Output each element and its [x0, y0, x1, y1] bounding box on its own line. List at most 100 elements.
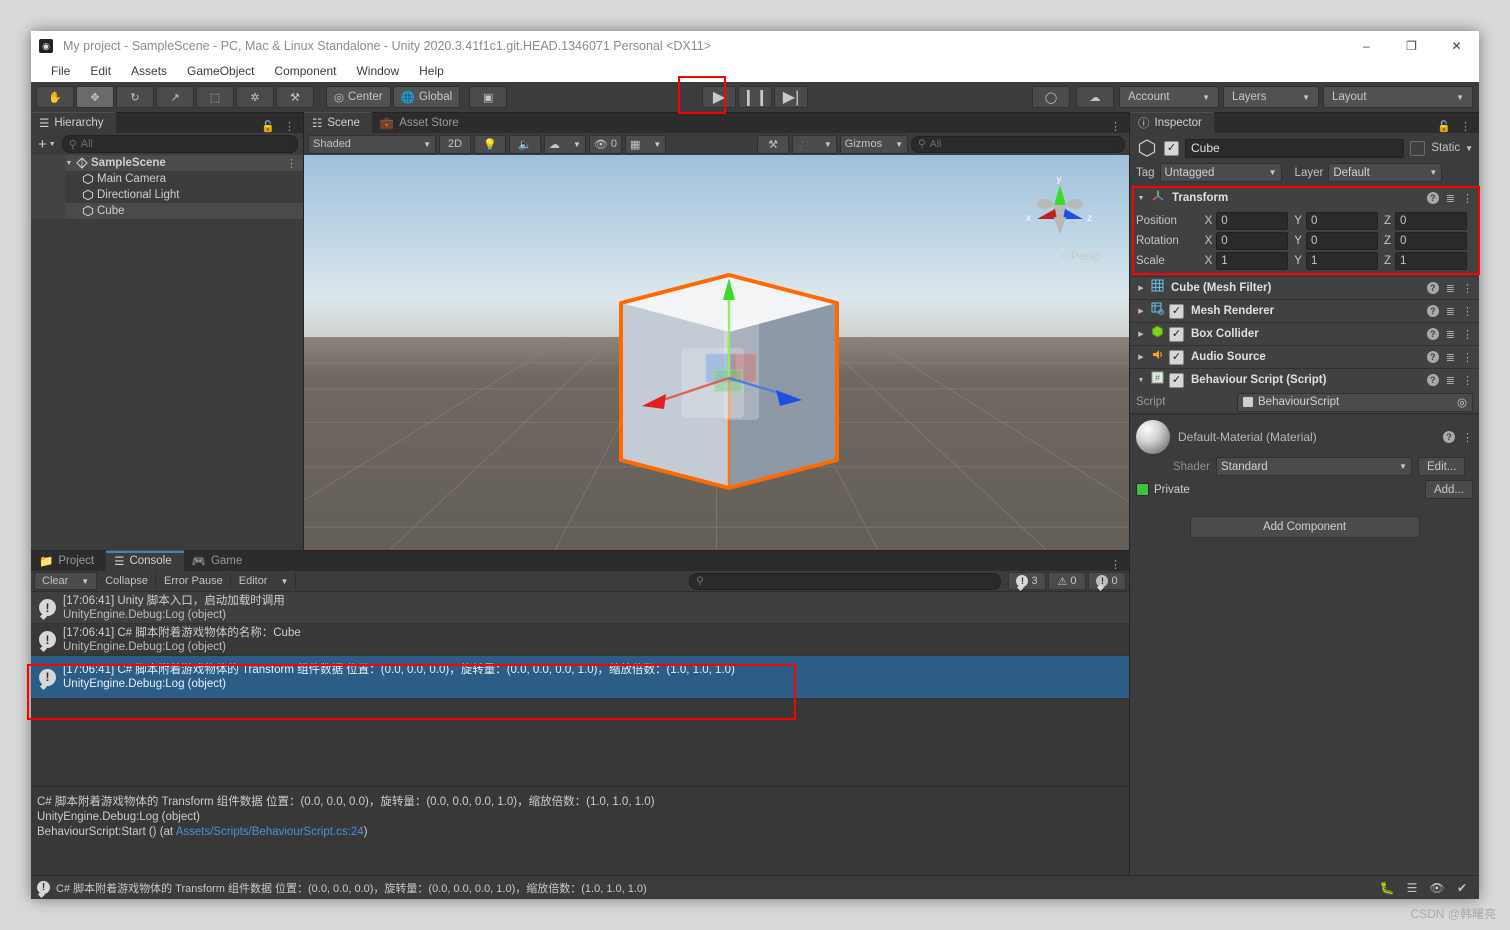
- gizmos-dropdown[interactable]: Gizmos▼: [840, 135, 908, 154]
- preset-icon[interactable]: ≣: [1446, 374, 1455, 387]
- hierarchy-item-cube[interactable]: Cube: [31, 203, 303, 219]
- menu-component[interactable]: Component: [264, 61, 346, 82]
- kebab-icon[interactable]: ⋮: [1462, 431, 1473, 444]
- projection-mode-label[interactable]: < Persp: [1061, 251, 1101, 263]
- mesh-renderer-header[interactable]: ▶ ✓ Mesh Renderer ? ≣ ⋮: [1130, 300, 1479, 322]
- mesh-filter-header[interactable]: ▶ Cube (Mesh Filter) ? ≣ ⋮: [1130, 277, 1479, 299]
- effects-icon[interactable]: ☁▼: [544, 135, 586, 154]
- chevron-down-icon[interactable]: ▼: [1136, 377, 1146, 384]
- audio-source-enabled-checkbox[interactable]: ✓: [1169, 350, 1184, 365]
- layers-off-icon[interactable]: ☰: [1401, 879, 1423, 896]
- speaker-icon[interactable]: 🔈: [509, 135, 541, 154]
- close-button[interactable]: ✕: [1434, 31, 1479, 61]
- console-log-entry[interactable]: ! [17:06:41] Unity 脚本入口，启动加载时调用 UnityEng…: [31, 592, 1129, 624]
- help-icon[interactable]: ?: [1427, 282, 1439, 294]
- scene-viewport[interactable]: y x z: [304, 155, 1129, 550]
- help-icon[interactable]: ?: [1427, 351, 1439, 363]
- check-circle-icon[interactable]: ✔: [1451, 879, 1473, 896]
- scale-tool-icon[interactable]: ↗: [156, 86, 194, 108]
- error-count-badge[interactable]: ! 0: [1088, 572, 1126, 590]
- menu-assets[interactable]: Assets: [121, 61, 177, 82]
- kebab-icon[interactable]: ⋮: [284, 120, 295, 133]
- eye-off-icon[interactable]: 👁0: [589, 135, 622, 154]
- position-x-input[interactable]: 0: [1216, 212, 1288, 230]
- target-icon[interactable]: ◎: [1457, 395, 1467, 409]
- kebab-icon[interactable]: ⋮: [1462, 351, 1473, 364]
- preset-icon[interactable]: ≣: [1446, 282, 1455, 295]
- clear-button[interactable]: Clear ▼: [34, 572, 97, 590]
- preset-icon[interactable]: ≣: [1446, 328, 1455, 341]
- menu-gameobject[interactable]: GameObject: [177, 61, 264, 82]
- console-search-input[interactable]: ⚲: [689, 573, 1001, 590]
- tab-project[interactable]: 📁 Project: [31, 551, 106, 571]
- tab-inspector[interactable]: ⓘ Inspector: [1130, 112, 1214, 133]
- help-icon[interactable]: ?: [1443, 431, 1455, 443]
- object-enabled-checkbox[interactable]: ✓: [1164, 141, 1179, 156]
- eye-off-icon[interactable]: 👁: [1426, 879, 1448, 896]
- tab-console[interactable]: ☰ Console: [106, 550, 184, 571]
- private-checkbox[interactable]: [1136, 483, 1149, 496]
- object-name-input[interactable]: Cube: [1185, 139, 1404, 158]
- lightbulb-icon[interactable]: 💡: [474, 135, 506, 154]
- kebab-icon[interactable]: ⋮: [1462, 328, 1473, 341]
- add-component-button[interactable]: Add Component: [1190, 516, 1420, 538]
- tools-icon[interactable]: ⚒: [757, 135, 789, 154]
- space-mode-button[interactable]: 🌐 Global: [393, 86, 461, 108]
- scale-z-input[interactable]: 1: [1395, 252, 1467, 270]
- status-message[interactable]: C# 脚本附着游戏物体的 Transform 组件数据 位置：(0.0, 0.0…: [56, 880, 647, 896]
- chevron-right-icon[interactable]: ▶: [1136, 353, 1146, 361]
- account-dropdown[interactable]: Account ▼: [1119, 86, 1219, 108]
- kebab-icon[interactable]: ⋮: [1460, 120, 1471, 133]
- transform-header[interactable]: ▼ Transform ? ≣ ⋮: [1130, 187, 1479, 209]
- preset-icon[interactable]: ≣: [1446, 192, 1455, 205]
- lock-icon[interactable]: 🔓: [1437, 120, 1451, 133]
- play-button[interactable]: ▶: [702, 86, 736, 108]
- camera-icon[interactable]: 🎥▼: [792, 135, 837, 154]
- kebab-icon[interactable]: ⋮: [1462, 282, 1473, 295]
- stacktrace-file-link[interactable]: Assets/Scripts/BehaviourScript.cs:24: [176, 826, 364, 838]
- tab-game[interactable]: 🎮 Game: [184, 551, 255, 571]
- preset-icon[interactable]: ≣: [1446, 305, 1455, 318]
- scale-x-input[interactable]: 1: [1216, 252, 1288, 270]
- collab-icon[interactable]: ◯: [1032, 86, 1070, 108]
- log-count-badge[interactable]: ! 3: [1008, 572, 1046, 590]
- menu-edit[interactable]: Edit: [80, 61, 121, 82]
- chevron-right-icon[interactable]: ▶: [1136, 307, 1146, 315]
- rect-tool-icon[interactable]: ⬚: [196, 86, 234, 108]
- tag-dropdown[interactable]: Untagged ▼: [1160, 163, 1282, 182]
- menu-help[interactable]: Help: [409, 61, 454, 82]
- scene-search-input[interactable]: ⚲ All: [911, 136, 1125, 153]
- kebab-icon[interactable]: ⋮: [286, 157, 303, 170]
- layout-dropdown[interactable]: Layout ▼: [1323, 86, 1473, 108]
- hierarchy-item-samplescene[interactable]: ▼ SampleScene ⋮: [31, 155, 303, 171]
- toggle-2d-button[interactable]: 2D: [439, 135, 471, 154]
- tab-scene[interactable]: ☷ Scene: [304, 112, 372, 133]
- material-add-button[interactable]: Add...: [1425, 480, 1473, 499]
- mesh-renderer-enabled-checkbox[interactable]: ✓: [1169, 304, 1184, 319]
- minimize-button[interactable]: –: [1344, 31, 1389, 61]
- behaviour-script-enabled-checkbox[interactable]: ✓: [1169, 373, 1184, 388]
- chevron-right-icon[interactable]: ▶: [1136, 284, 1146, 292]
- console-log-entry[interactable]: ! [17:06:41] C# 脚本附着游戏物体的名称：Cube UnityEn…: [31, 624, 1129, 656]
- private-group[interactable]: Private: [1136, 483, 1190, 496]
- hand-tool-icon[interactable]: ✋: [36, 86, 74, 108]
- box-collider-enabled-checkbox[interactable]: ✓: [1169, 327, 1184, 342]
- bug-off-icon[interactable]: 🐛: [1376, 879, 1398, 896]
- console-log-entry-selected[interactable]: ! [17:06:41] C# 脚本附着游戏物体的 Transform 组件数据…: [31, 656, 1129, 699]
- shader-edit-button[interactable]: Edit...: [1418, 457, 1465, 476]
- cube-gameobject[interactable]: [604, 270, 854, 510]
- chevron-down-icon[interactable]: ▼: [1136, 195, 1146, 202]
- preset-icon[interactable]: ≣: [1446, 351, 1455, 364]
- add-gameobject-button[interactable]: + ▼: [36, 136, 58, 153]
- shading-mode-dropdown[interactable]: Shaded ▼: [308, 135, 436, 154]
- hierarchy-item-directional-light[interactable]: Directional Light: [31, 187, 303, 203]
- warning-count-badge[interactable]: ⚠ 0: [1048, 572, 1086, 590]
- tab-asset-store[interactable]: 💼 Asset Store: [372, 113, 471, 133]
- kebab-icon[interactable]: ⋮: [1462, 192, 1473, 205]
- help-icon[interactable]: ?: [1427, 374, 1439, 386]
- transform-tool-icon[interactable]: ✲: [236, 86, 274, 108]
- hierarchy-search-input[interactable]: ⚲ All: [62, 135, 298, 153]
- kebab-icon[interactable]: ⋮: [1110, 120, 1121, 133]
- scale-y-input[interactable]: 1: [1306, 252, 1378, 270]
- static-checkbox[interactable]: ✓: [1410, 141, 1425, 156]
